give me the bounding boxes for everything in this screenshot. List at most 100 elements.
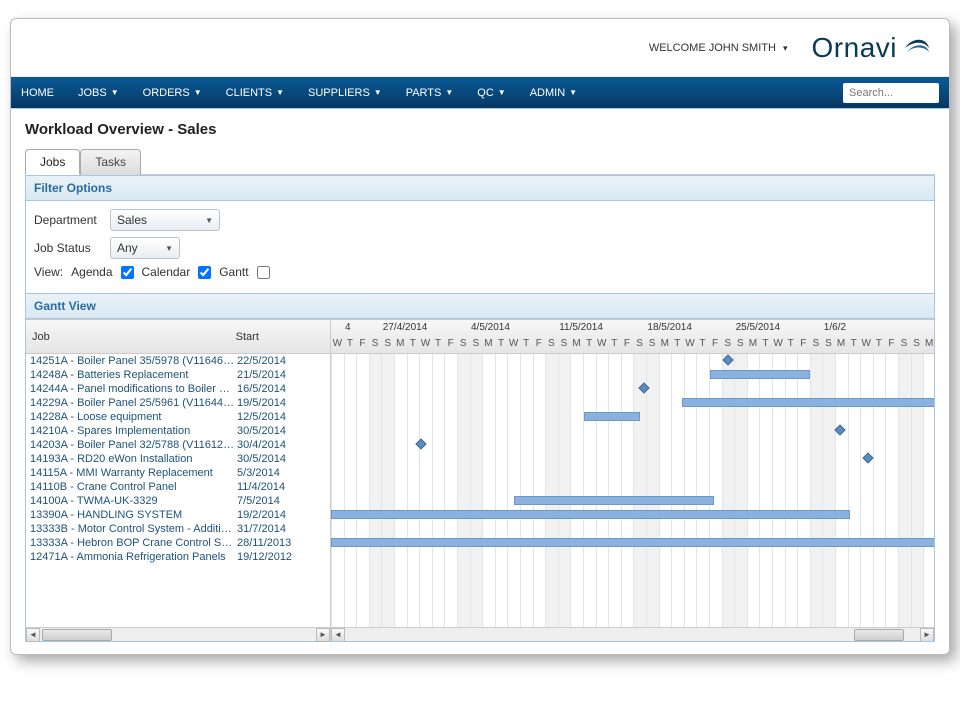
welcome-user-dropdown[interactable]: WELCOME JOHN SMITH ▾ bbox=[649, 42, 788, 54]
timeline-day-label: M bbox=[835, 338, 848, 352]
chevron-down-icon: ▼ bbox=[445, 88, 453, 97]
job-row[interactable]: 14248A - Batteries Replacement21/5/2014 bbox=[26, 368, 330, 382]
grid-line bbox=[356, 354, 357, 627]
grid-line bbox=[759, 354, 760, 627]
job-row[interactable]: 14110B - Crane Control Panel11/4/2014 bbox=[26, 480, 330, 494]
tab-jobs[interactable]: Jobs bbox=[25, 149, 80, 175]
gantt-bar[interactable] bbox=[514, 496, 714, 505]
gantt-bar[interactable] bbox=[331, 510, 850, 519]
gantt-bar[interactable] bbox=[331, 538, 934, 547]
job-start-date: 19/2/2014 bbox=[237, 509, 327, 521]
menu-clients[interactable]: CLIENTS▼ bbox=[226, 87, 284, 99]
job-row[interactable]: 14228A - Loose equipment12/5/2014 bbox=[26, 410, 330, 424]
job-row[interactable]: 13333B - Motor Control System - Addition… bbox=[26, 522, 330, 536]
scroll-thumb[interactable] bbox=[42, 629, 112, 641]
grid-line bbox=[444, 354, 445, 627]
timeline-day-label: T bbox=[671, 338, 684, 352]
tab-strip: Jobs Tasks bbox=[25, 148, 935, 175]
agenda-checkbox[interactable] bbox=[121, 266, 134, 279]
job-row[interactable]: 14203A - Boiler Panel 32/5788 (V116128) … bbox=[26, 438, 330, 452]
gantt-bar[interactable] bbox=[584, 412, 640, 421]
timeline-day-label: S bbox=[369, 338, 382, 352]
menu-home[interactable]: HOME bbox=[21, 87, 54, 99]
job-row[interactable]: 14210A - Spares Implementation30/5/2014 bbox=[26, 424, 330, 438]
grid-line bbox=[381, 354, 382, 627]
scroll-thumb[interactable] bbox=[854, 629, 904, 641]
gantt-chart: Job Start 14251A - Boiler Panel 35/5978 … bbox=[26, 319, 934, 641]
app-window: WELCOME JOHN SMITH ▾ Ornavi HOME JOBS▼ O… bbox=[10, 18, 950, 655]
tab-tasks[interactable]: Tasks bbox=[80, 149, 141, 175]
grid-line bbox=[570, 354, 571, 627]
search-input[interactable] bbox=[843, 83, 939, 103]
gantt-timeline-panel: 427/4/20144/5/201411/5/201418/5/201425/5… bbox=[331, 320, 934, 641]
department-select[interactable]: Sales ▼ bbox=[110, 209, 220, 231]
jobstatus-select[interactable]: Any ▼ bbox=[110, 237, 180, 259]
job-row[interactable]: 13390A - HANDLING SYSTEM19/2/2014 bbox=[26, 508, 330, 522]
timeline-day-label: T bbox=[407, 338, 420, 352]
gantt-bar[interactable] bbox=[710, 370, 810, 379]
job-start-date: 22/5/2014 bbox=[237, 355, 327, 367]
job-row[interactable]: 13333A - Hebron BOP Crane Control System… bbox=[26, 536, 330, 550]
calendar-label: Calendar bbox=[142, 265, 191, 279]
grid-line bbox=[785, 354, 786, 627]
timeline-scrollbar[interactable]: ◄ ► bbox=[331, 627, 934, 641]
grid-line bbox=[772, 354, 773, 627]
menu-parts[interactable]: PARTS▼ bbox=[406, 87, 454, 99]
timeline-day-label: S bbox=[545, 338, 558, 352]
timeline-day-label: S bbox=[721, 338, 734, 352]
job-row[interactable]: 14193A - RD20 eWon Installation30/5/2014 bbox=[26, 452, 330, 466]
header-bar: WELCOME JOHN SMITH ▾ Ornavi bbox=[11, 19, 949, 77]
chevron-down-icon: ▼ bbox=[165, 244, 173, 253]
job-row[interactable]: 14229A - Boiler Panel 25/5961 (V116447) … bbox=[26, 396, 330, 410]
left-scrollbar[interactable]: ◄ ► bbox=[26, 627, 330, 641]
timeline-date-label: 11/5/2014 bbox=[559, 322, 603, 337]
grid-line bbox=[621, 354, 622, 627]
timeline-date-label: 25/5/2014 bbox=[736, 322, 781, 337]
menu-orders[interactable]: ORDERS▼ bbox=[143, 87, 202, 99]
timeline-day-label: S bbox=[822, 338, 835, 352]
menu-admin[interactable]: ADMIN▼ bbox=[530, 87, 577, 99]
gantt-bar[interactable] bbox=[682, 398, 934, 407]
gantt-milestone-icon[interactable] bbox=[834, 424, 845, 435]
job-row[interactable]: 14244A - Panel modifications to Boiler P… bbox=[26, 382, 330, 396]
scroll-left-icon[interactable]: ◄ bbox=[26, 628, 40, 642]
timeline-date-label: 4 bbox=[345, 322, 351, 337]
job-start-date: 30/5/2014 bbox=[237, 453, 327, 465]
scroll-right-icon[interactable]: ► bbox=[920, 628, 934, 642]
timeline-day-label: T bbox=[759, 338, 772, 352]
job-row[interactable]: 14100A - TWMA-UK-33297/5/2014 bbox=[26, 494, 330, 508]
jobstatus-label: Job Status bbox=[34, 241, 102, 255]
grid-line bbox=[885, 354, 886, 627]
menu-qc[interactable]: QC▼ bbox=[477, 87, 505, 99]
brand-swoosh-icon bbox=[903, 34, 931, 62]
calendar-checkbox[interactable] bbox=[198, 266, 211, 279]
menu-suppliers[interactable]: SUPPLIERS▼ bbox=[308, 87, 382, 99]
scroll-left-icon[interactable]: ◄ bbox=[331, 628, 345, 642]
job-row[interactable]: 14115A - MMI Warranty Replacement5/3/201… bbox=[26, 466, 330, 480]
job-start-date: 30/5/2014 bbox=[237, 425, 327, 437]
grid-line bbox=[545, 354, 546, 627]
menu-jobs[interactable]: JOBS▼ bbox=[78, 87, 119, 99]
grid-line bbox=[898, 354, 899, 627]
job-name: 14229A - Boiler Panel 25/5961 (V116447) … bbox=[30, 397, 237, 409]
gantt-milestone-icon[interactable] bbox=[415, 438, 426, 449]
timeline-day-label: F bbox=[885, 338, 898, 352]
timeline-day-label: W bbox=[595, 338, 608, 352]
grid-line bbox=[344, 354, 345, 627]
job-name: 14251A - Boiler Panel 35/5978 (V116467) … bbox=[30, 355, 237, 367]
timeline-day-label: W bbox=[860, 338, 873, 352]
grid-line bbox=[835, 354, 836, 627]
scroll-right-icon[interactable]: ► bbox=[316, 628, 330, 642]
job-start-date: 21/5/2014 bbox=[237, 369, 327, 381]
grid-line bbox=[495, 354, 496, 627]
job-name: 14248A - Batteries Replacement bbox=[30, 369, 237, 381]
job-row[interactable]: 14251A - Boiler Panel 35/5978 (V116467) … bbox=[26, 354, 330, 368]
timeline-day-label: M bbox=[570, 338, 583, 352]
job-start-date: 16/5/2014 bbox=[237, 383, 327, 395]
job-name: 14228A - Loose equipment bbox=[30, 411, 237, 423]
gantt-checkbox[interactable] bbox=[257, 266, 270, 279]
timeline-day-label: S bbox=[381, 338, 394, 352]
grid-line bbox=[747, 354, 748, 627]
page-title: Workload Overview - Sales bbox=[25, 121, 935, 138]
job-row[interactable]: 12471A - Ammonia Refrigeration Panels19/… bbox=[26, 550, 330, 564]
